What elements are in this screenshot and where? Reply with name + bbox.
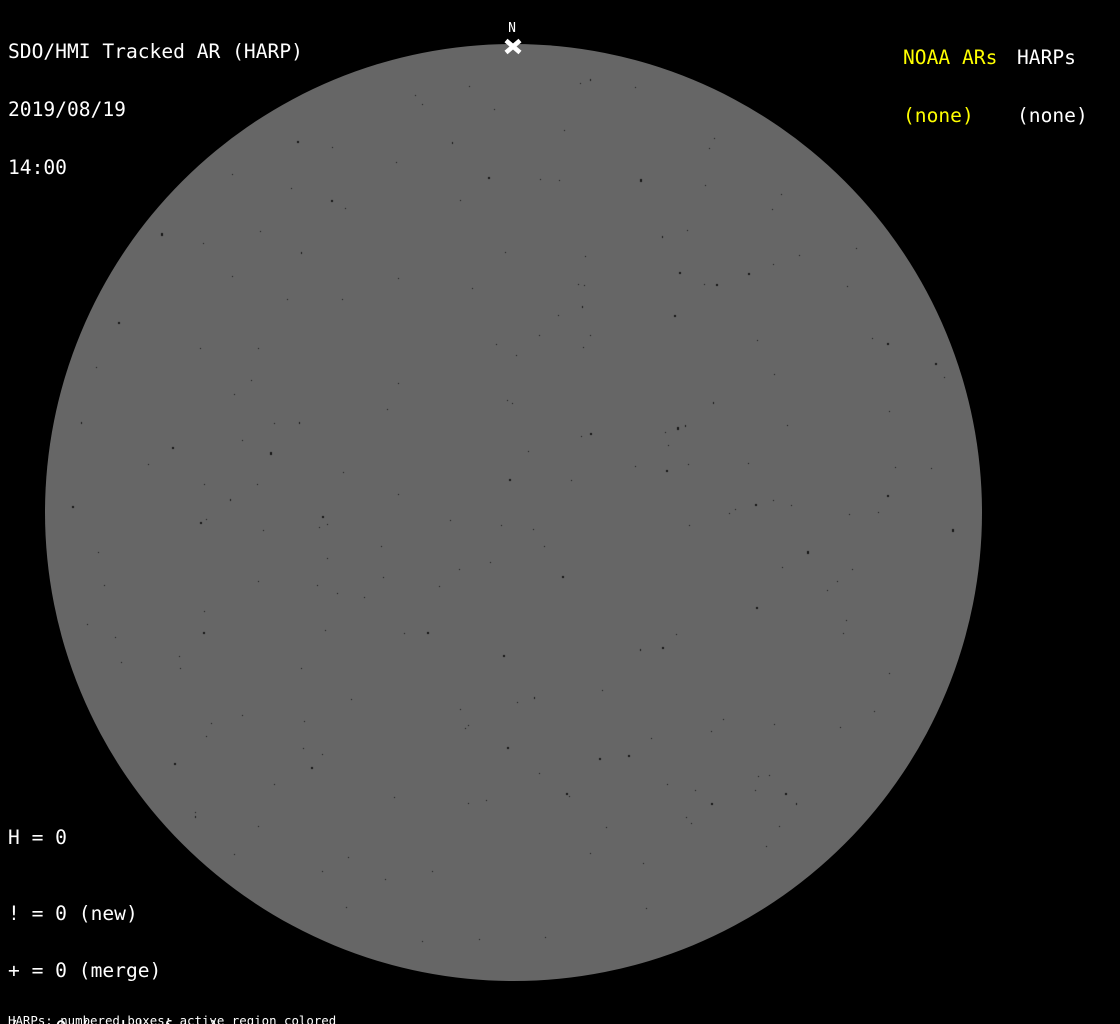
noaa-ars-value: (none) [903,106,997,125]
harps-label: HARPs [1017,48,1088,67]
title-block: SDO/HMI Tracked AR (HARP) 2019/08/19 14:… [8,4,303,215]
noaa-ars-label: NOAA ARs [903,48,997,67]
harps-column: HARPs (none) [1017,10,1088,164]
legend-item-merge: + = 0 (merge) [8,961,232,980]
north-cross-icon [503,38,523,55]
frame-time: 14:00 [8,158,303,177]
north-label: N [504,22,520,35]
harps-value: (none) [1017,106,1088,125]
app-title: SDO/HMI Tracked AR (HARP) [8,42,303,61]
harp-count: H = 0 [8,828,67,847]
noaa-ars-column: NOAA ARs (none) [903,10,997,164]
footer-notes: HARPs: numbered boxes; active region col… [8,991,441,1024]
legend-item-new: ! = 0 (new) [8,904,232,923]
frame-date: 2019/08/19 [8,100,303,119]
footer-line-harps: HARPs: numbered boxes; active region col… [8,1015,441,1024]
harp-tracker-frame: N SDO/HMI Tracked AR (HARP) 2019/08/19 1… [0,0,1120,1024]
